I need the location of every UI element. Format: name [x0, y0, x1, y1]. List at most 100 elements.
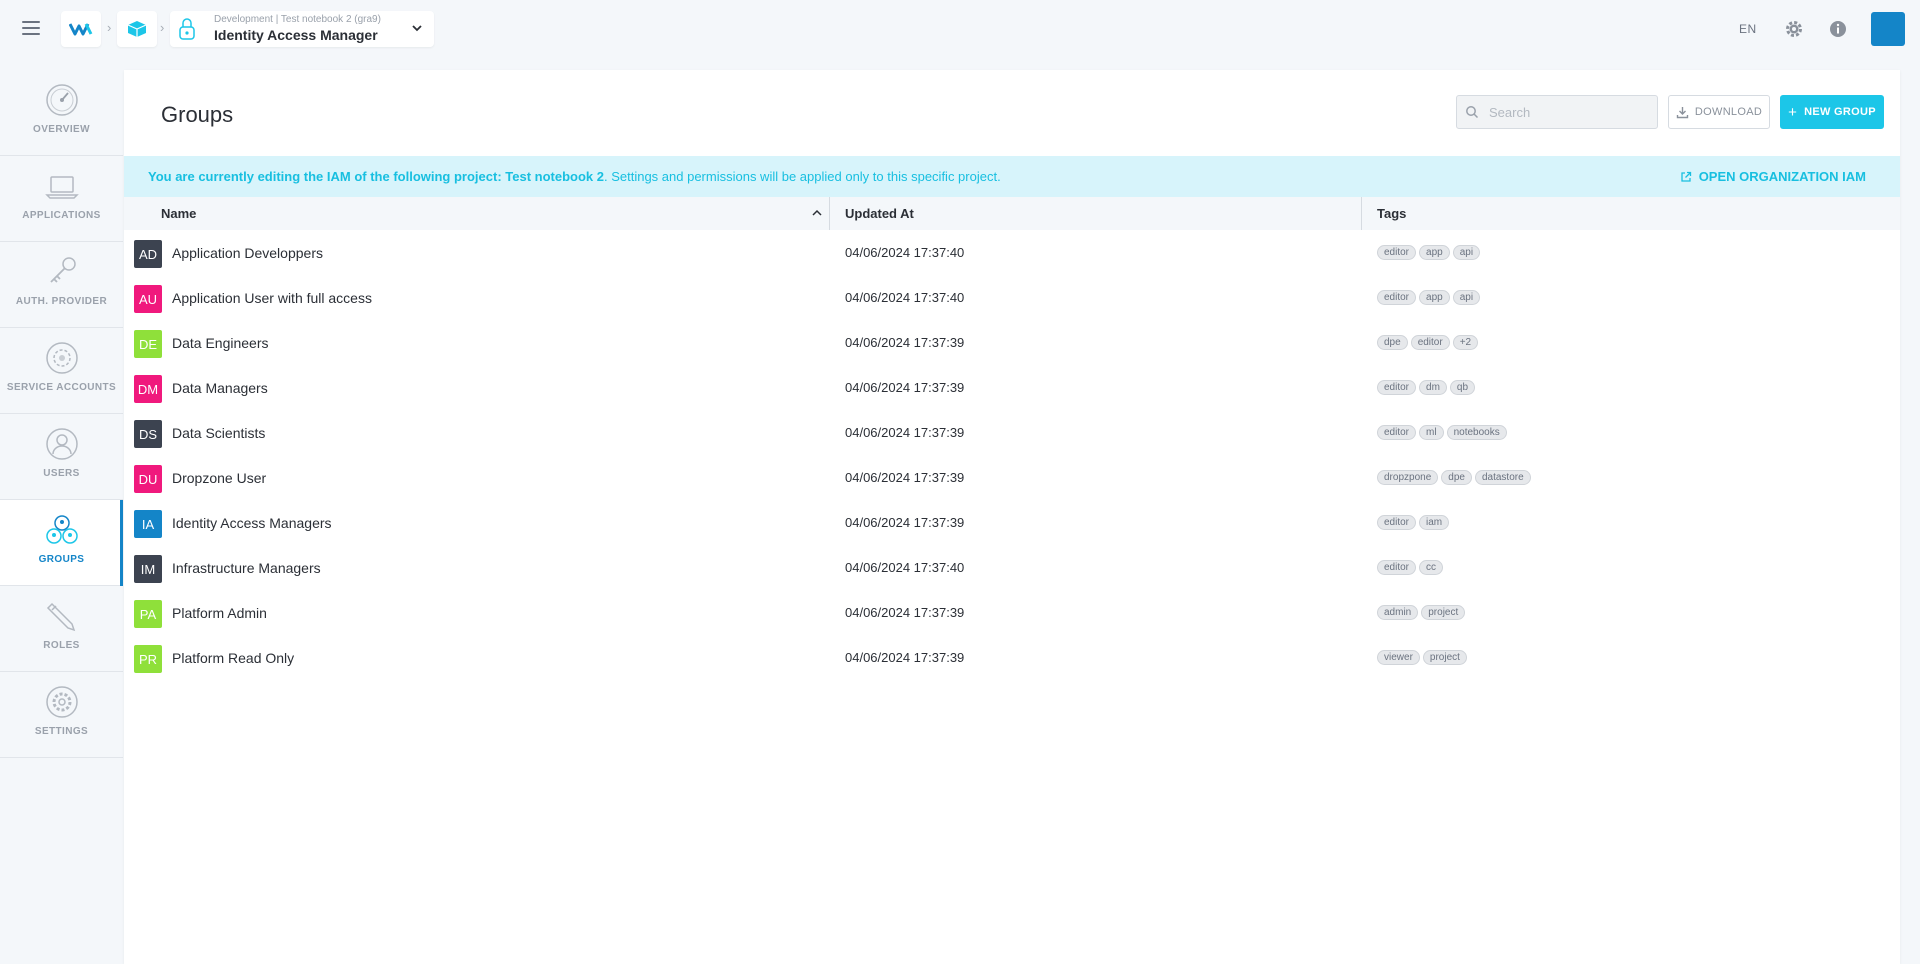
group-name[interactable]: Data Managers: [172, 380, 268, 396]
service-account-icon: [45, 342, 78, 374]
tag-chip: dpe: [1377, 335, 1408, 350]
download-button[interactable]: DOWNLOAD: [1668, 95, 1770, 129]
iam-lock-icon: [179, 18, 195, 40]
group-name[interactable]: Platform Admin: [172, 605, 267, 621]
home-logo[interactable]: [61, 11, 101, 47]
group-initials-badge: DS: [134, 420, 162, 448]
group-initials-badge: AU: [134, 285, 162, 313]
updated-at: 04/06/2024 17:37:40: [845, 290, 965, 305]
sidebar-item-label: AUTH. PROVIDER: [15, 296, 108, 307]
project-cubes-icon: [127, 21, 147, 37]
group-initials-badge: DE: [134, 330, 162, 358]
settings-gear-icon[interactable]: [1784, 19, 1804, 39]
settings-gear-icon: [45, 686, 78, 718]
project-scope-banner: You are currently editing the IAM of the…: [124, 156, 1900, 197]
download-icon: [1676, 106, 1689, 118]
menu-icon[interactable]: [20, 18, 42, 38]
table-row[interactable]: DU Dropzone User 04/06/2024 17:37:39 dropzp…: [124, 455, 1900, 500]
tag-chip: viewer: [1377, 650, 1420, 665]
table-row[interactable]: DM Data Managers 04/06/2024 17:37:39 editor…: [124, 365, 1900, 410]
sidebar-item-applications[interactable]: APPLICATIONS: [0, 156, 123, 242]
open-organization-iam-label: OPEN ORGANIZATION IAM: [1698, 169, 1866, 184]
sidebar-item-auth-provider[interactable]: AUTH. PROVIDER: [0, 242, 123, 328]
external-link-icon: [1681, 171, 1691, 182]
column-divider: [1361, 197, 1362, 230]
group-initials-badge: IA: [134, 510, 162, 538]
key-icon: [49, 257, 76, 283]
table-row[interactable]: AU Application User with full access 04/06…: [124, 275, 1900, 320]
group-name[interactable]: Data Engineers: [172, 335, 269, 351]
tag-chip: editor: [1377, 290, 1417, 305]
table-row[interactable]: DE Data Engineers 04/06/2024 17:37:39 dpe ed…: [124, 320, 1900, 365]
tag-chip: editor: [1377, 515, 1417, 530]
pencil-icon: [46, 602, 75, 632]
tag-chip: ml: [1419, 425, 1444, 440]
tag-chip: app: [1419, 245, 1450, 260]
group-name[interactable]: Data Scientists: [172, 425, 265, 441]
tag-chip: project: [1421, 605, 1466, 620]
tag-chip: editor: [1377, 380, 1417, 395]
tag-chip: project: [1422, 650, 1467, 665]
updated-at: 04/06/2024 17:37:39: [845, 470, 965, 485]
group-name[interactable]: Platform Read Only: [172, 650, 294, 666]
search-box[interactable]: [1456, 95, 1658, 129]
tag-chip: editor: [1377, 560, 1417, 575]
tag-chip: editor: [1377, 425, 1417, 440]
sort-ascending-icon[interactable]: [811, 207, 823, 219]
sidebar-item-overview[interactable]: OVERVIEW: [0, 70, 123, 156]
chevron-down-icon[interactable]: [410, 21, 424, 35]
column-header-tags[interactable]: Tags: [1377, 197, 1406, 230]
gauge-icon: [45, 84, 78, 116]
tag-chip: dpe: [1441, 470, 1472, 485]
tag-chip: dm: [1419, 380, 1447, 395]
tag-chip: app: [1419, 290, 1450, 305]
table-row[interactable]: PA Platform Admin 04/06/2024 17:37:39 admin…: [124, 590, 1900, 635]
tag-list: editor iam: [1377, 515, 1450, 530]
table-row[interactable]: AD Application Developpers 04/06/2024 17:3…: [124, 230, 1900, 275]
tag-chip: iam: [1419, 515, 1450, 530]
tag-chip: editor: [1377, 245, 1417, 260]
table-header: Name Updated At Tags: [124, 197, 1900, 230]
tag-chip: qb: [1449, 380, 1476, 395]
group-name[interactable]: Identity Access Managers: [172, 515, 332, 531]
tag-chip: editor: [1410, 335, 1450, 350]
user-avatar[interactable]: [1871, 12, 1905, 46]
sidebar-item-label: OVERVIEW: [33, 124, 90, 135]
sidebar-item-label: GROUPS: [38, 554, 85, 565]
table-row[interactable]: IM Infrastructure Managers 04/06/2024 17:3…: [124, 545, 1900, 590]
tag-list: editor app api: [1377, 290, 1481, 305]
language-selector[interactable]: EN: [1739, 22, 1757, 36]
tag-list: dpe editor +2: [1377, 335, 1479, 350]
download-button-label: DOWNLOAD: [1694, 106, 1763, 118]
group-name[interactable]: Application User with full access: [172, 290, 372, 306]
search-input[interactable]: [1489, 104, 1649, 120]
app-title: Identity Access Manager: [214, 27, 378, 43]
tag-list: dropzpone dpe datastore: [1377, 470, 1531, 485]
group-initials-badge: PR: [134, 645, 162, 673]
sidebar-item-users[interactable]: USERS: [0, 414, 123, 500]
laptop-icon: [44, 176, 79, 199]
table-row[interactable]: DS Data Scientists 04/06/2024 17:37:39 edit…: [124, 410, 1900, 455]
user-icon: [45, 428, 78, 460]
info-icon[interactable]: [1828, 19, 1848, 39]
sidebar-item-roles[interactable]: ROLES: [0, 586, 123, 672]
project-breadcrumb[interactable]: [117, 11, 157, 47]
updated-at: 04/06/2024 17:37:39: [845, 425, 965, 440]
tag-list: editor dm qb: [1377, 380, 1476, 395]
sidebar-item-groups[interactable]: GROUPS: [0, 500, 123, 586]
table-row[interactable]: PR Platform Read Only 04/06/2024 17:37:39 v…: [124, 635, 1900, 680]
open-organization-iam-link[interactable]: OPEN ORGANIZATION IAM: [1680, 169, 1866, 184]
group-name[interactable]: Dropzone User: [172, 470, 266, 486]
group-name[interactable]: Application Developpers: [172, 245, 323, 261]
column-header-name[interactable]: Name: [161, 197, 196, 230]
updated-at: 04/06/2024 17:37:39: [845, 515, 965, 530]
group-initials-badge: PA: [134, 600, 162, 628]
app-selector[interactable]: Development | Test notebook 2 (gra9) Ide…: [170, 11, 434, 47]
sidebar-item-service-accounts[interactable]: SERVICE ACCOUNTS: [0, 328, 123, 414]
new-group-button[interactable]: + NEW GROUP: [1780, 95, 1884, 129]
group-name[interactable]: Infrastructure Managers: [172, 560, 321, 576]
sidebar-item-settings[interactable]: SETTINGS: [0, 672, 123, 758]
sidebar-item-label: APPLICATIONS: [22, 210, 101, 221]
column-header-updated-at[interactable]: Updated At: [845, 197, 914, 230]
table-row[interactable]: IA Identity Access Managers 04/06/2024 17:…: [124, 500, 1900, 545]
